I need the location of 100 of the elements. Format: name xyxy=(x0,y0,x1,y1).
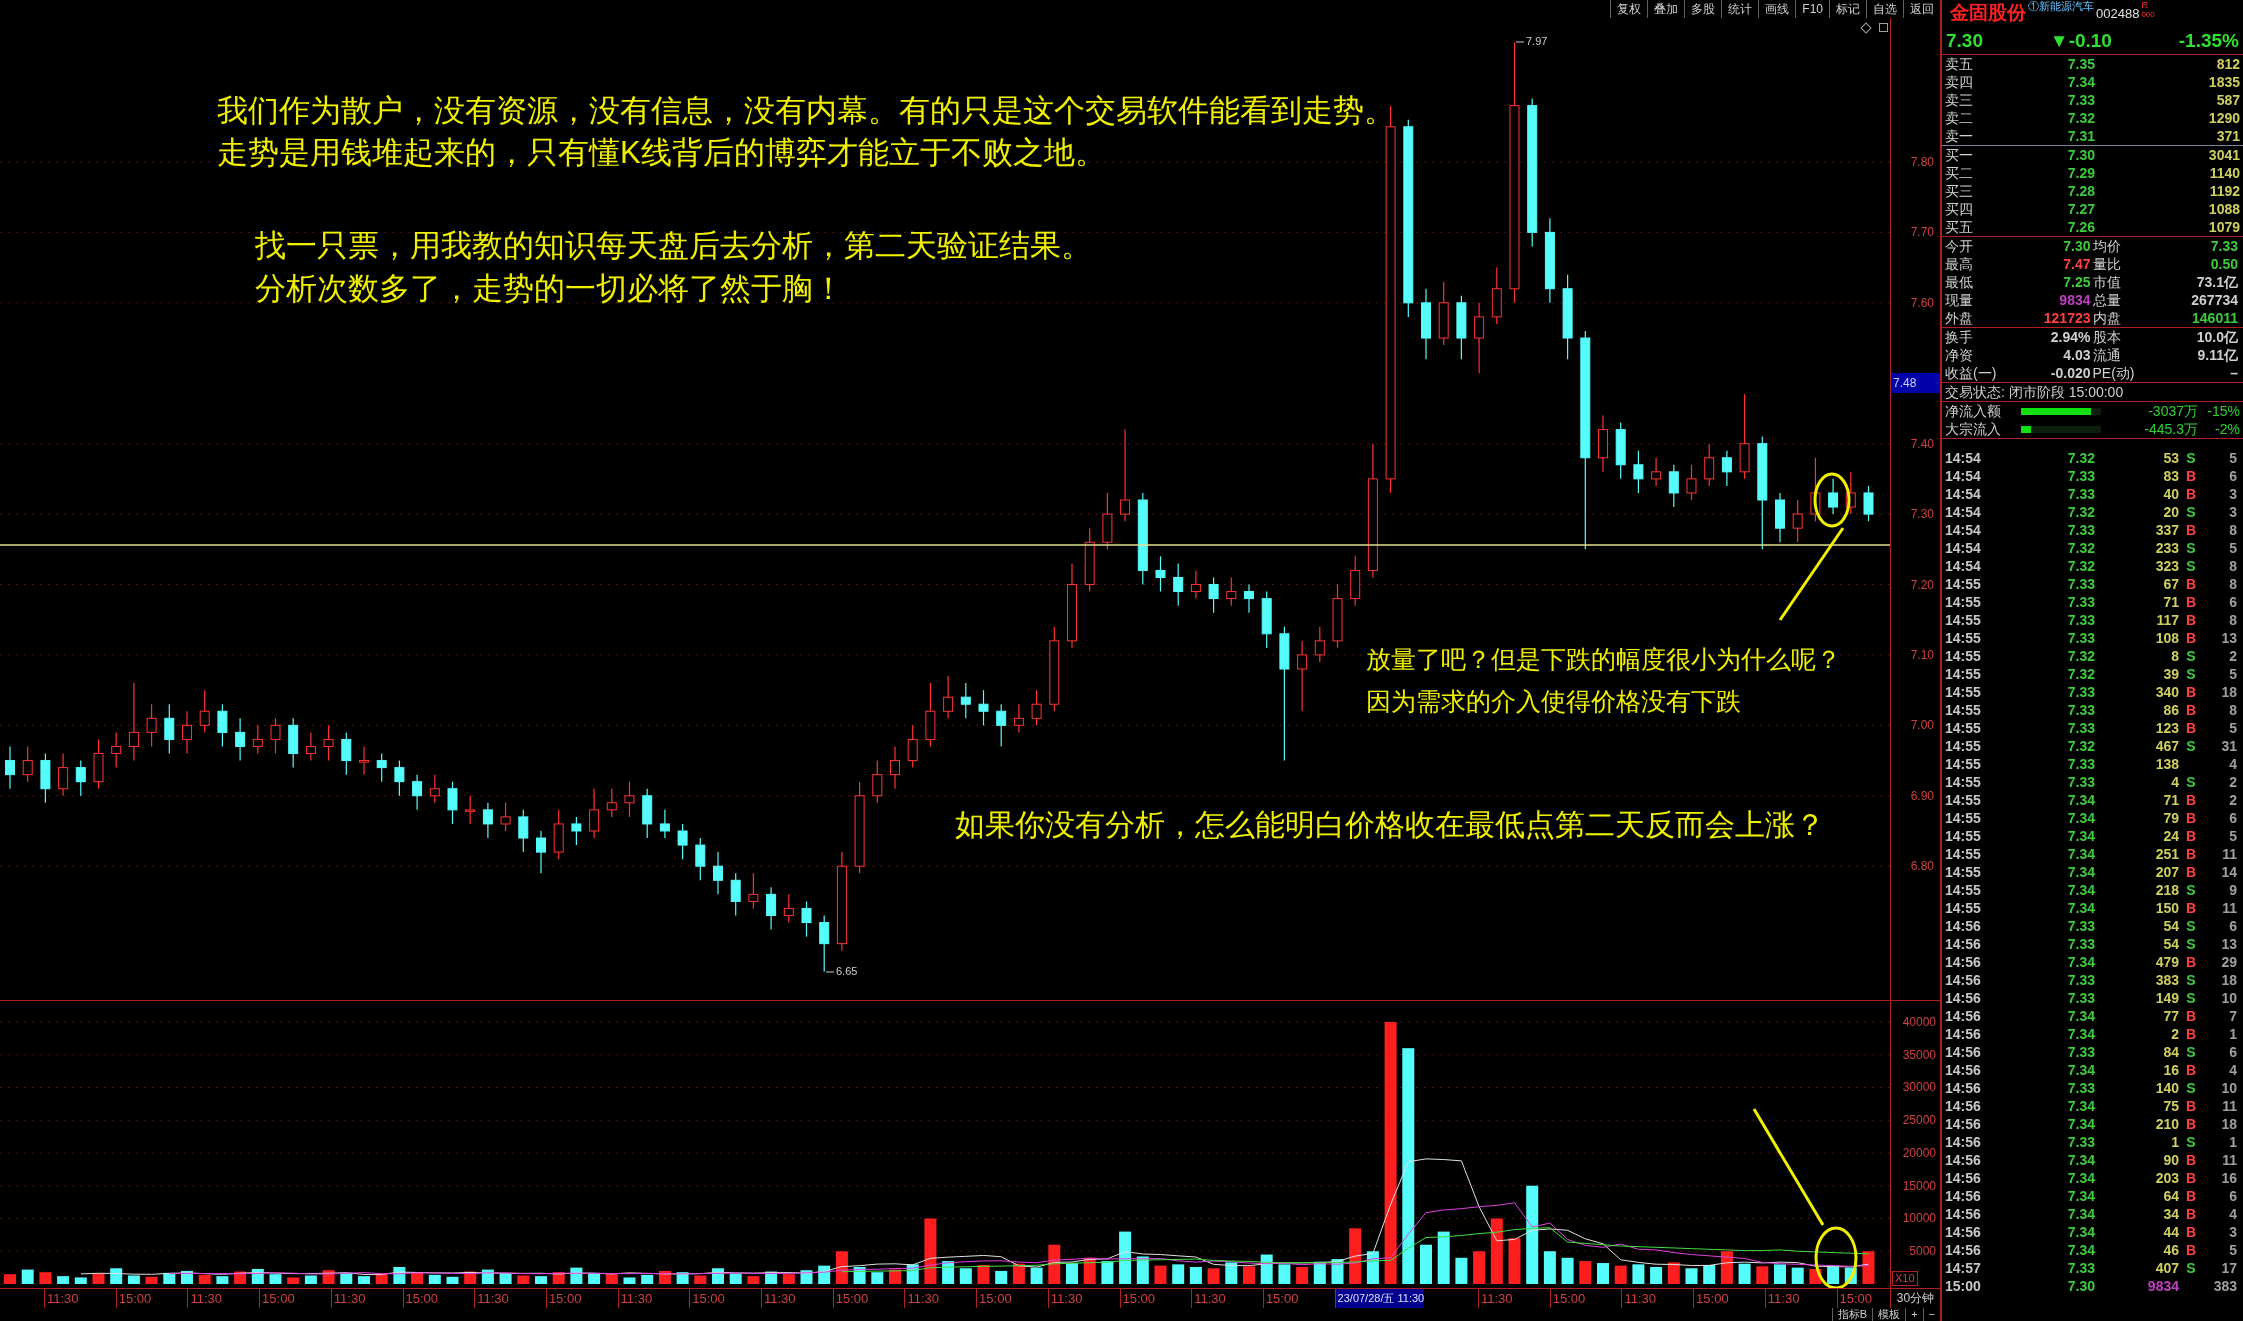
price-tick: 7.20 xyxy=(1910,578,1934,591)
time-axis-label: 11:30 xyxy=(1621,1289,1656,1308)
trade-time: 14:56 xyxy=(1945,1169,1982,1187)
trade-count: 9 xyxy=(2229,881,2237,899)
trade-price: 7.33 xyxy=(2066,935,2095,953)
annotation-text: 如果你没有分析，怎么能明白价格收在最低点第二天反而会上涨？ xyxy=(955,807,1825,843)
bar xyxy=(747,1276,760,1284)
window-icon[interactable] xyxy=(1879,23,1888,32)
trade-volume: 117 xyxy=(2155,611,2179,629)
bar xyxy=(1066,1263,1078,1284)
quote-label: 收益(一) xyxy=(1945,364,1997,382)
price-tick: 6.90 xyxy=(1910,789,1934,802)
candlestick xyxy=(1704,443,1715,487)
trade-price: 7.33 xyxy=(2066,629,2095,647)
trade-side: B xyxy=(2185,846,2197,862)
trade-volume: 218 xyxy=(2154,881,2179,899)
trade-volume: 40 xyxy=(2162,485,2179,503)
order-price: 7.31 xyxy=(2066,127,2095,145)
trade-count: 3 xyxy=(2229,503,2237,521)
trade-side: B xyxy=(2185,576,2197,592)
period-label: 30分钟 xyxy=(1890,1289,1940,1308)
order-price: 7.30 xyxy=(2066,146,2095,164)
quote-value: 267734 xyxy=(2191,291,2239,309)
quote-label: 总量 xyxy=(2092,291,2121,309)
trade-price: 7.34 xyxy=(2066,845,2095,863)
trade-count: 10 xyxy=(2221,1079,2237,1097)
trade-volume: 138 xyxy=(2154,755,2179,773)
trade-count: 5 xyxy=(2229,719,2237,737)
high-price-label: 7.97 xyxy=(1526,36,1548,47)
bottom-button[interactable]: − xyxy=(1922,1308,1940,1321)
time-axis-label: 15:00 xyxy=(976,1289,1012,1308)
candlestick xyxy=(1208,576,1219,614)
candlestick xyxy=(571,816,582,846)
bar xyxy=(1579,1261,1592,1284)
bottom-button[interactable]: + xyxy=(1905,1308,1923,1321)
bar xyxy=(1420,1244,1432,1284)
trade-volume: 2 xyxy=(2170,1025,2179,1043)
bar xyxy=(127,1275,140,1284)
trade-volume: 53 xyxy=(2162,449,2179,467)
trade-side: B xyxy=(2185,684,2197,700)
quote-label: 今开 xyxy=(1945,237,1973,255)
trade-time: 14:56 xyxy=(1945,1043,1982,1061)
trade-count: 2 xyxy=(2229,773,2237,791)
candlestick xyxy=(748,872,759,910)
trade-time: 14:55 xyxy=(1945,665,1982,683)
trade-side: B xyxy=(2185,900,2197,916)
bar xyxy=(1650,1266,1663,1284)
leader-line xyxy=(1515,41,1525,43)
candlestick xyxy=(1828,478,1839,515)
trade-time: 14:56 xyxy=(1945,1205,1982,1223)
trade-side: S xyxy=(2186,648,2196,664)
trade-time: 14:56 xyxy=(1945,989,1982,1007)
bar xyxy=(4,1274,16,1284)
trade-side: S xyxy=(2186,918,2196,934)
candlestick xyxy=(164,703,175,755)
order-price: 7.35 xyxy=(2066,55,2095,73)
highlight-circle xyxy=(1813,472,1851,528)
volume-tick: 35000 xyxy=(1902,1048,1936,1061)
bar xyxy=(1791,1267,1804,1284)
trade-count: 5 xyxy=(2229,539,2237,557)
trade-time: 14:55 xyxy=(1945,683,1982,701)
volume-tick: 5000 xyxy=(1909,1245,1936,1258)
scale-label: X10 xyxy=(1892,1271,1918,1286)
candlestick xyxy=(341,731,352,776)
quote-value: -0.020 xyxy=(2050,364,2092,382)
trade-volume: 75 xyxy=(2162,1097,2179,1115)
annotation-text: 放量了吧？但是下跌的幅度很小为什么呢？ xyxy=(1366,644,1841,675)
trade-side: S xyxy=(2186,1260,2196,1276)
candlestick xyxy=(447,781,458,825)
trade-time: 14:55 xyxy=(1945,899,1982,917)
trade-side: B xyxy=(2185,630,2197,646)
trading-status: 交易状态: 闭市阶段 15:00:00 xyxy=(1945,384,2124,400)
trade-side: B xyxy=(2185,1116,2197,1132)
order-level-label: 卖一 xyxy=(1945,127,1974,145)
flow-percent: -2% xyxy=(2214,420,2240,438)
bar xyxy=(39,1272,52,1284)
annotation-text: 走势是用钱堆起来的，只有懂K线背后的博弈才能立于不败之地。 xyxy=(217,134,1106,172)
order-volume: 371 xyxy=(2216,127,2240,145)
trade-volume: 383 xyxy=(2154,971,2179,989)
flow-label: 净流入额 xyxy=(1945,402,2002,420)
bar xyxy=(375,1274,388,1284)
trade-price: 7.34 xyxy=(2066,899,2095,917)
candlestick xyxy=(482,802,493,839)
change-percent: -1.35% xyxy=(2178,32,2239,50)
stock-name: 金固股份 xyxy=(1950,1,2026,25)
bar xyxy=(216,1276,229,1284)
trade-price: 7.32 xyxy=(2066,557,2095,575)
trade-volume: 24 xyxy=(2162,827,2179,845)
trade-price: 7.32 xyxy=(2066,449,2095,467)
trade-count: 5 xyxy=(2229,665,2237,683)
bar xyxy=(1667,1262,1680,1284)
price-change: ▼-0.10 xyxy=(2049,32,2112,50)
trade-volume: 337 xyxy=(2154,521,2179,539)
order-price: 7.32 xyxy=(2066,109,2095,127)
bar xyxy=(499,1273,512,1284)
bottom-button[interactable]: 模板 xyxy=(1872,1308,1906,1321)
flow-label: 大宗流入 xyxy=(1945,420,2002,438)
trade-volume: 90 xyxy=(2162,1151,2179,1169)
bottom-button[interactable]: 指标B xyxy=(1831,1308,1873,1321)
trade-count: 8 xyxy=(2229,575,2237,593)
